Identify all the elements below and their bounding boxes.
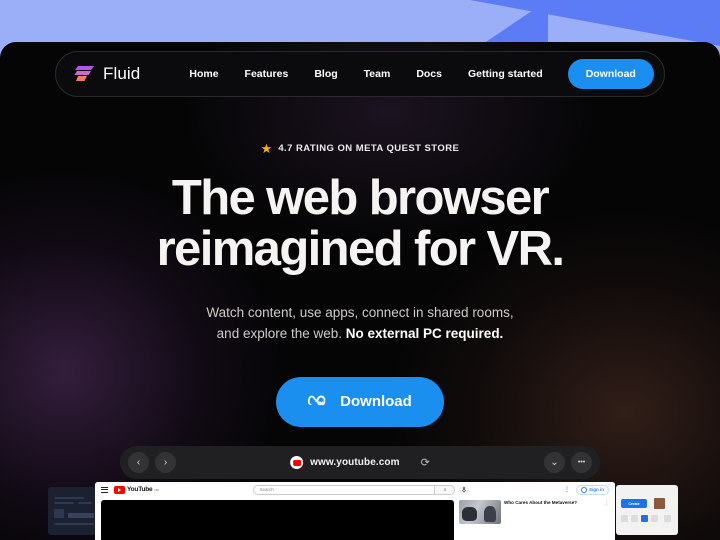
nav-link-features[interactable]: Features — [232, 68, 302, 80]
headline-line-1: The web browser — [171, 171, 550, 225]
search-input[interactable]: Search — [253, 484, 436, 495]
vr-panel-tool-1[interactable] — [621, 515, 628, 522]
nav-link-team[interactable]: Team — [351, 68, 404, 80]
video-player[interactable] — [101, 500, 454, 540]
brand-name: Fluid — [103, 64, 141, 83]
youtube-search: Search ⌕ — [253, 484, 470, 495]
navbar: Fluid Home Features Blog Team Docs Getti… — [55, 51, 665, 97]
subtitle-line-2-bold: No external PC required. — [345, 325, 504, 341]
reload-icon[interactable]: ⟳ — [421, 456, 430, 469]
star-icon: ★ — [260, 141, 273, 156]
youtube-logo[interactable]: YouTube NO — [114, 485, 159, 494]
sign-in-button[interactable]: Sign in — [575, 484, 609, 495]
forward-icon[interactable]: › — [155, 452, 176, 473]
vr-browser-preview: Create ‹ › www.youtube.com ⟳ ⌄ ••• YouTu… — [0, 435, 720, 540]
vr-panel-tool-2[interactable] — [631, 515, 638, 522]
address-bar[interactable]: www.youtube.com ⟳ — [290, 456, 430, 469]
vr-panel-primary-button[interactable]: Create — [621, 499, 647, 508]
vr-panel-primary-button-label: Create — [628, 501, 640, 506]
vr-floating-panel-left[interactable] — [48, 487, 102, 535]
youtube-play-icon — [114, 485, 125, 494]
vr-panel-thumbnail — [654, 498, 665, 509]
video-thumbnail — [459, 500, 501, 524]
nav-link-getting-started[interactable]: Getting started — [455, 68, 556, 80]
backdrop-wedge-right — [470, 0, 720, 46]
subtitle-line-1: Watch content, use apps, connect in shar… — [206, 304, 514, 320]
subtitle-line-2-plain: and explore the web. — [216, 325, 346, 341]
meta-logo-icon — [308, 393, 330, 411]
page-title: The web browser reimagined for VR. — [0, 173, 720, 275]
fluid-logo-icon — [74, 64, 96, 84]
youtube-logo-region: NO — [154, 487, 159, 492]
brand-logo[interactable]: Fluid — [74, 64, 140, 84]
youtube-favicon — [290, 456, 304, 469]
youtube-window: YouTube NO Search ⌕ ⋮ Sign in Who Cares … — [95, 482, 615, 540]
nav-link-docs[interactable]: Docs — [403, 68, 455, 80]
youtube-header: YouTube NO Search ⌕ ⋮ Sign in — [95, 482, 615, 497]
hero-download-button[interactable]: Download — [276, 376, 444, 427]
landing-page: Fluid Home Features Blog Team Docs Getti… — [0, 42, 720, 540]
hero-subtitle: Watch content, use apps, connect in shar… — [0, 303, 720, 345]
youtube-settings-kebab-icon[interactable]: ⋮ — [564, 486, 570, 493]
sign-in-label: Sign in — [588, 487, 604, 492]
list-item[interactable]: Who Cares About the Metaverse? ⋮ — [459, 500, 609, 524]
youtube-logo-text: YouTube — [127, 486, 153, 493]
search-placeholder: Search — [259, 487, 274, 492]
hero-download-label: Download — [340, 393, 412, 411]
vr-browser-toolbar: ‹ › www.youtube.com ⟳ ⌄ ••• — [120, 446, 600, 479]
headline-line-2: reimagined for VR. — [156, 221, 565, 276]
vr-panel-tool-3[interactable] — [641, 515, 648, 522]
search-icon[interactable]: ⌕ — [435, 484, 456, 495]
hero-section: ★ 4.7 RATING ON META QUEST STORE The web… — [0, 42, 720, 427]
nav-link-home[interactable]: Home — [176, 68, 231, 80]
more-options-icon[interactable]: ••• — [571, 452, 592, 473]
microphone-icon[interactable] — [459, 484, 470, 495]
hamburger-menu-icon[interactable] — [101, 486, 108, 493]
youtube-recommendations: Who Cares About the Metaverse? ⋮ — [459, 500, 609, 540]
vr-nav-buttons: ‹ › — [128, 452, 176, 473]
avatar — [580, 486, 587, 493]
nav-links: Home Features Blog Team Docs Getting sta… — [176, 59, 654, 89]
video-kebab-icon[interactable]: ⋮ — [604, 500, 609, 506]
vr-toolbar-actions: ⌄ ••• — [544, 452, 592, 473]
youtube-body: Who Cares About the Metaverse? ⋮ — [95, 497, 615, 540]
vr-panel-tool-4[interactable] — [651, 515, 658, 522]
chevron-down-icon[interactable]: ⌄ — [544, 452, 565, 473]
navbar-download-button[interactable]: Download — [567, 59, 654, 89]
vr-floating-panel-right[interactable]: Create — [616, 485, 678, 535]
vr-panel-tool-5[interactable] — [664, 515, 671, 522]
video-title: Who Cares About the Metaverse? — [504, 500, 578, 505]
rating-text: 4.7 RATING ON META QUEST STORE — [278, 143, 460, 154]
back-icon[interactable]: ‹ — [128, 452, 149, 473]
url-text: www.youtube.com — [310, 457, 400, 468]
rating-badge: ★ 4.7 RATING ON META QUEST STORE — [0, 142, 720, 155]
nav-link-blog[interactable]: Blog — [301, 68, 350, 80]
